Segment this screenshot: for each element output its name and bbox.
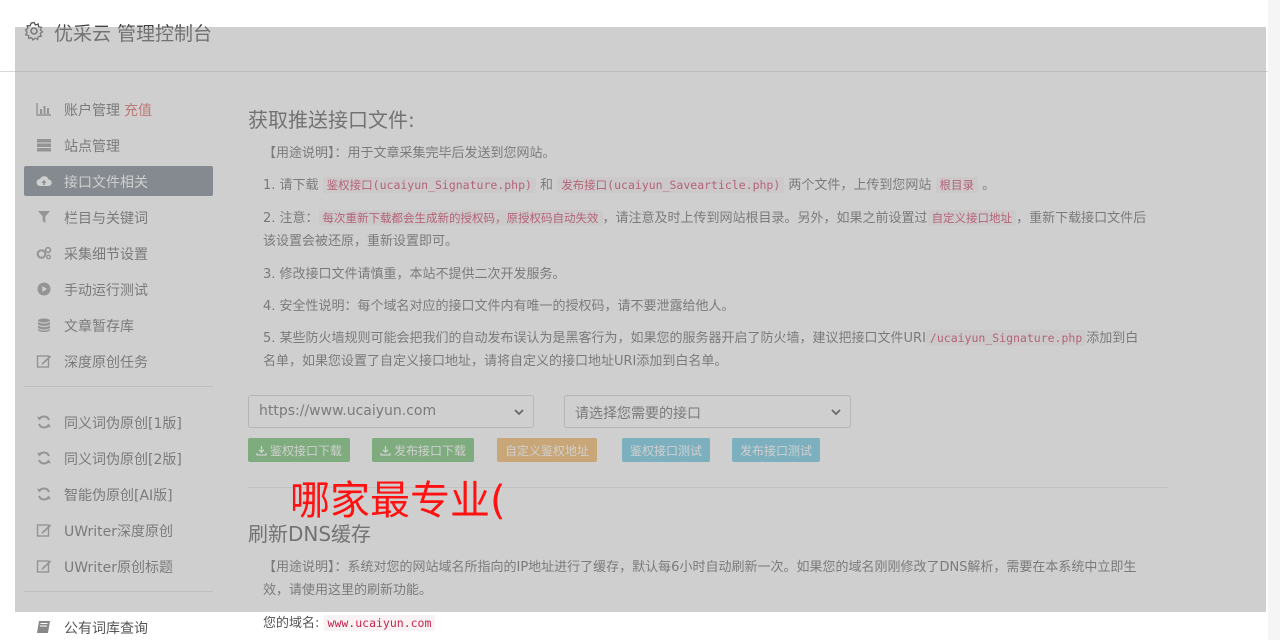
book-icon — [37, 621, 50, 633]
sidebar-item-label: 公有词库查询 — [64, 621, 148, 637]
modal-backdrop[interactable] — [15, 27, 1266, 612]
window-scrollbar[interactable] — [1268, 0, 1280, 640]
domain-label: 您的域名: — [263, 616, 320, 631]
domain-row: 您的域名: www.ucaiyun.com — [263, 612, 1151, 635]
sidebar-item-public-lexicon[interactable]: 公有词库查询 — [24, 612, 213, 640]
domain-value: www.ucaiyun.com — [323, 615, 436, 631]
overlay-text: 哪家最专业( — [290, 478, 506, 524]
